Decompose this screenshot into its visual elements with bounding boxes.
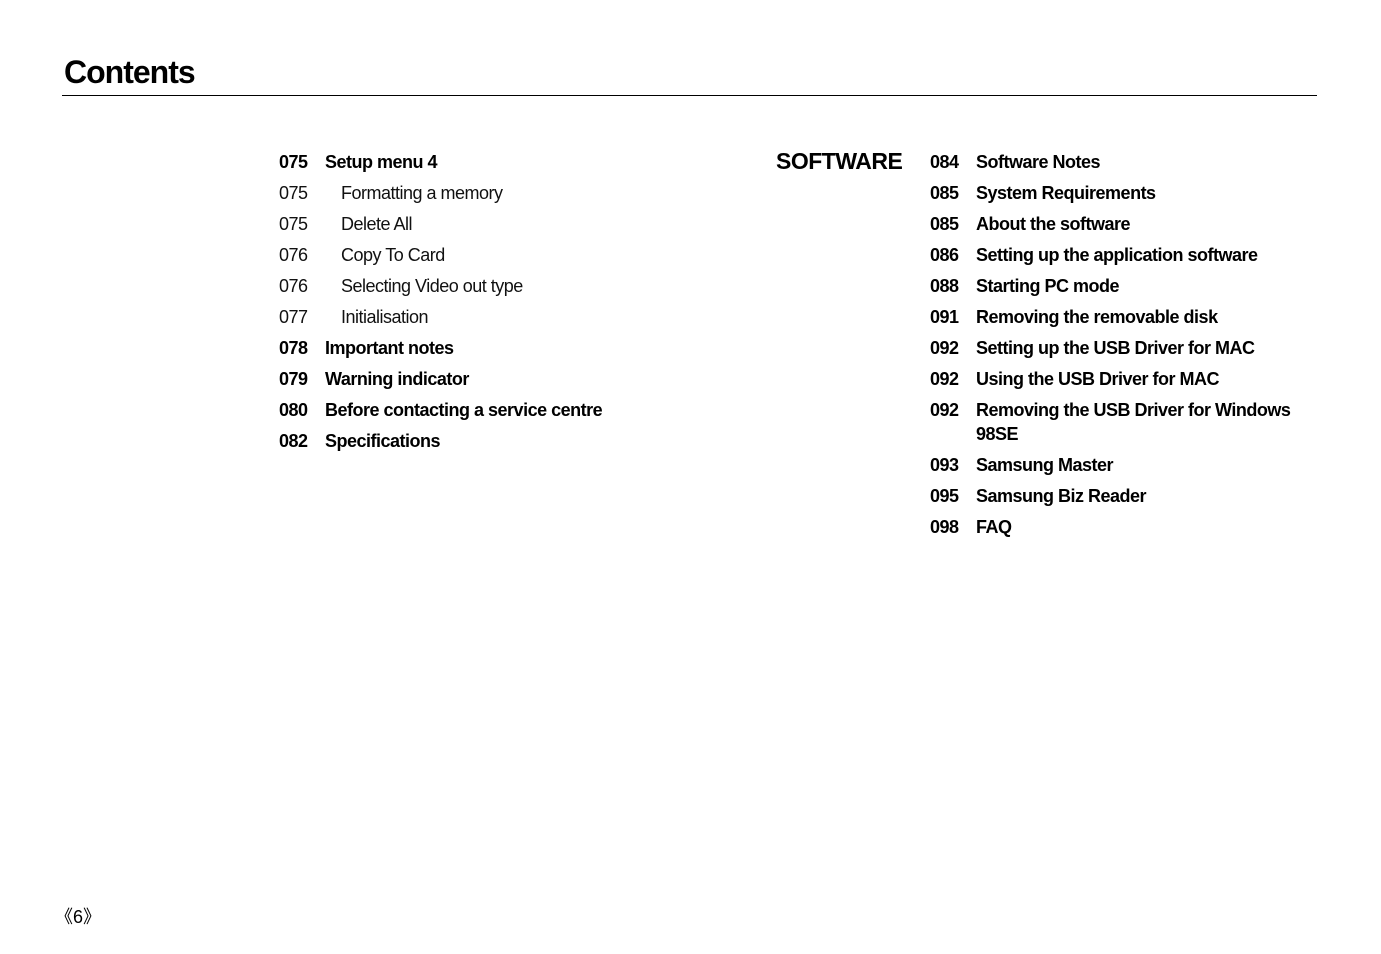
toc-subentry[interactable]: 075 Formatting a memory: [279, 181, 602, 205]
toc-page-number: 075: [279, 214, 308, 234]
toc-entry-label: Formatting a memory: [341, 183, 503, 203]
toc-entry-label: Samsung Biz Reader: [976, 486, 1147, 506]
toc-entry-label: Samsung Master: [976, 455, 1114, 475]
toc-entry[interactable]: 091 Removing the removable disk: [930, 305, 1310, 329]
toc-page-number: 088: [930, 276, 959, 296]
toc-left-column: 075 Setup menu 4 075 Formatting a memory…: [279, 150, 603, 460]
toc-entry-label: Warning indicator: [325, 369, 469, 389]
toc-entry[interactable]: 093 Samsung Master: [930, 453, 1310, 477]
toc-page-number: 082: [279, 431, 308, 451]
toc-page-number: 092: [930, 400, 959, 420]
toc-entry[interactable]: 082 Specifications: [279, 429, 602, 453]
toc-entry[interactable]: 092 Removing the USB Driver for Windows …: [930, 398, 1310, 446]
toc-page-number: 086: [930, 245, 959, 265]
toc-page-number: 085: [930, 183, 959, 203]
toc-entry-label: Selecting Video out type: [341, 276, 523, 296]
toc-page-number: 095: [930, 486, 959, 506]
toc-entry[interactable]: 098 FAQ: [930, 515, 1310, 539]
toc-entry-label: Software Notes: [976, 152, 1101, 172]
toc-page-number: 076: [279, 245, 308, 265]
toc-page-number: 085: [930, 214, 959, 234]
toc-entry[interactable]: 079 Warning indicator: [279, 367, 602, 391]
software-section-heading: SOFTWARE: [776, 148, 903, 174]
toc-page-number: 077: [279, 307, 308, 327]
toc-entry-label: Setting up the application software: [976, 245, 1258, 265]
toc-entry[interactable]: 084 Software Notes: [930, 150, 1310, 174]
page-number: 《6》: [55, 907, 102, 927]
toc-entry[interactable]: 086 Setting up the application software: [930, 243, 1310, 267]
toc-page-number: 076: [279, 276, 308, 296]
title-divider: [62, 95, 1317, 96]
toc-subentry[interactable]: 076 Selecting Video out type: [279, 274, 602, 298]
toc-entry-label: Removing the removable disk: [976, 307, 1218, 327]
toc-entry-label: Removing the USB Driver for Windows 98SE: [976, 400, 1291, 444]
toc-entry-label: Delete All: [341, 214, 413, 234]
toc-page-number: 092: [930, 338, 959, 358]
toc-page-number: 093: [930, 455, 959, 475]
toc-entry[interactable]: 088 Starting PC mode: [930, 274, 1310, 298]
toc-software-column: 084 Software Notes 085 System Requiremen…: [930, 150, 1310, 546]
toc-entry-label: Initialisation: [341, 307, 429, 327]
toc-page-number: 098: [930, 517, 959, 537]
toc-page-number: 092: [930, 369, 959, 389]
toc-entry-label: Copy To Card: [341, 245, 445, 265]
toc-entry-label: Setup menu 4: [325, 152, 438, 172]
toc-subentry[interactable]: 075 Delete All: [279, 212, 602, 236]
toc-page-number: 084: [930, 152, 959, 172]
toc-page-number: 091: [930, 307, 959, 327]
toc-page-number: 075: [279, 183, 308, 203]
toc-entry-label: Starting PC mode: [976, 276, 1120, 296]
toc-entry[interactable]: 075 Setup menu 4: [279, 150, 602, 174]
toc-entry[interactable]: 085 System Requirements: [930, 181, 1310, 205]
toc-entry-label: Setting up the USB Driver for MAC: [976, 338, 1255, 358]
toc-page-number: 079: [279, 369, 308, 389]
toc-entry[interactable]: 092 Setting up the USB Driver for MAC: [930, 336, 1310, 360]
toc-entry[interactable]: 078 Important notes: [279, 336, 602, 360]
toc-entry-label: Important notes: [325, 338, 454, 358]
toc-entry-label: FAQ: [976, 517, 1012, 537]
toc-entry-label: About the software: [976, 214, 1131, 234]
toc-subentry[interactable]: 076 Copy To Card: [279, 243, 602, 267]
toc-entry[interactable]: 085 About the software: [930, 212, 1310, 236]
toc-entry-label: Using the USB Driver for MAC: [976, 369, 1220, 389]
toc-page-number: 075: [279, 152, 308, 172]
toc-entry-label: System Requirements: [976, 183, 1156, 203]
toc-entry[interactable]: 080 Before contacting a service centre: [279, 398, 603, 422]
page-title: Contents: [64, 54, 196, 90]
toc-entry-label: Before contacting a service centre: [325, 400, 603, 420]
toc-page-number: 078: [279, 338, 308, 358]
toc-entry[interactable]: 095 Samsung Biz Reader: [930, 484, 1310, 508]
toc-entry-label: Specifications: [325, 431, 441, 451]
toc-entry[interactable]: 092 Using the USB Driver for MAC: [930, 367, 1310, 391]
toc-subentry[interactable]: 077 Initialisation: [279, 305, 602, 329]
toc-page-number: 080: [279, 400, 308, 420]
